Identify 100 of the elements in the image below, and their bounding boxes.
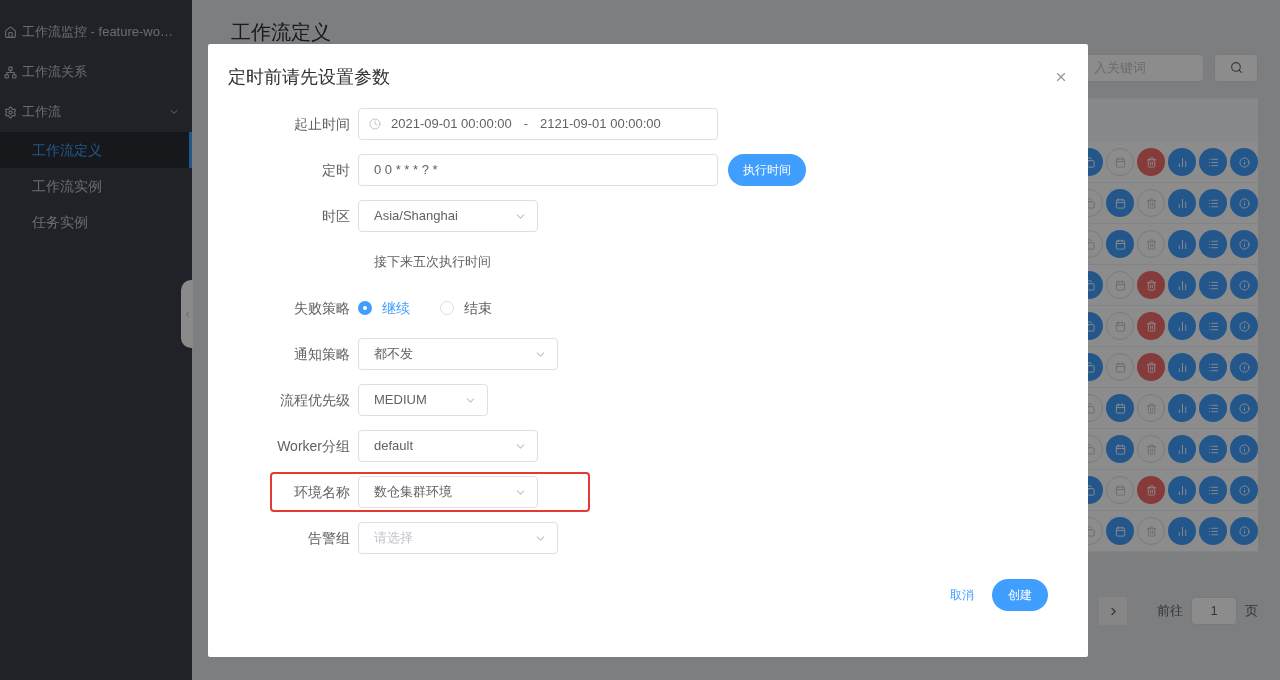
- trash-button[interactable]: [1137, 148, 1165, 176]
- calendar-button[interactable]: [1106, 517, 1134, 545]
- sidebar-item[interactable]: 任务实例: [0, 204, 192, 240]
- trash-icon: [1145, 156, 1157, 168]
- trash-button[interactable]: [1137, 230, 1165, 258]
- sidebar-item[interactable]: 工作流实例: [0, 168, 192, 204]
- list-button[interactable]: [1199, 189, 1227, 217]
- chart-button[interactable]: [1168, 230, 1196, 258]
- chart-icon: [1176, 156, 1188, 168]
- trash-button[interactable]: [1137, 476, 1165, 504]
- calendar-button[interactable]: [1106, 230, 1134, 258]
- close-icon[interactable]: [1054, 70, 1068, 84]
- chart-button[interactable]: [1168, 476, 1196, 504]
- info-button[interactable]: [1230, 148, 1258, 176]
- page-input[interactable]: 1: [1191, 597, 1237, 625]
- calendar-button[interactable]: [1106, 189, 1134, 217]
- page-title: 工作流定义: [231, 21, 331, 43]
- info-icon: [1238, 238, 1250, 250]
- list-button[interactable]: [1199, 517, 1227, 545]
- info-button[interactable]: [1230, 353, 1258, 381]
- trash-icon: [1145, 525, 1157, 537]
- trash-icon: [1145, 320, 1157, 332]
- list-icon: [1207, 279, 1219, 291]
- list-button[interactable]: [1199, 312, 1227, 340]
- end-date: 2121-09-01 00:00:00: [540, 115, 661, 134]
- trash-button[interactable]: [1137, 517, 1165, 545]
- cancel-link[interactable]: 取消: [946, 586, 978, 604]
- list-icon: [1207, 361, 1219, 373]
- calendar-icon: [1114, 238, 1126, 250]
- search-icon: [1229, 61, 1243, 74]
- list-button[interactable]: [1199, 476, 1227, 504]
- info-button[interactable]: [1230, 394, 1258, 422]
- trash-button[interactable]: [1137, 271, 1165, 299]
- chart-icon: [1176, 320, 1188, 332]
- select-field[interactable]: default: [358, 430, 538, 462]
- chart-button[interactable]: [1168, 271, 1196, 299]
- info-icon: [1238, 197, 1250, 209]
- sidebar-item[interactable]: 工作流定义: [0, 132, 192, 168]
- chart-button[interactable]: [1168, 148, 1196, 176]
- sidebar-item[interactable]: 工作流: [0, 92, 192, 132]
- info-button[interactable]: [1230, 230, 1258, 258]
- calendar-icon: [1114, 484, 1126, 496]
- trash-button[interactable]: [1137, 189, 1165, 217]
- chart-icon: [1176, 484, 1188, 496]
- chart-button[interactable]: [1168, 189, 1196, 217]
- list-icon: [1207, 197, 1219, 209]
- chart-button[interactable]: [1168, 312, 1196, 340]
- gear-icon: [4, 105, 17, 119]
- calendar-button[interactable]: [1106, 394, 1134, 422]
- list-button[interactable]: [1199, 353, 1227, 381]
- search-button[interactable]: [1214, 53, 1258, 82]
- info-button[interactable]: [1230, 476, 1258, 504]
- info-button[interactable]: [1230, 312, 1258, 340]
- cron-field[interactable]: 0 0 * * * ? *: [358, 154, 718, 186]
- calendar-icon: [1114, 197, 1126, 209]
- trash-button[interactable]: [1137, 435, 1165, 463]
- trash-button[interactable]: [1137, 394, 1165, 422]
- create-button[interactable]: 创建: [992, 579, 1048, 611]
- info-button[interactable]: [1230, 517, 1258, 545]
- list-button[interactable]: [1199, 271, 1227, 299]
- chart-icon: [1176, 238, 1188, 250]
- calendar-button[interactable]: [1106, 435, 1134, 463]
- chart-button[interactable]: [1168, 353, 1196, 381]
- select-field[interactable]: 数仓集群环境: [358, 476, 538, 508]
- collapse-handle[interactable]: [181, 280, 193, 348]
- select-field[interactable]: MEDIUM: [358, 384, 488, 416]
- trash-button[interactable]: [1137, 353, 1165, 381]
- sidebar-item[interactable]: 工作流监控 - feature-wo…: [0, 12, 192, 52]
- info-button[interactable]: [1230, 435, 1258, 463]
- goto-label: 前往: [1157, 602, 1183, 621]
- start-date: 2021-09-01 00:00:00: [391, 115, 512, 134]
- chart-icon: [1176, 402, 1188, 414]
- field-label: 流程优先级: [279, 390, 350, 410]
- info-icon: [1238, 361, 1250, 373]
- chart-button[interactable]: [1168, 394, 1196, 422]
- execution-time-button[interactable]: 执行时间: [728, 154, 806, 186]
- field-label: 告警组: [307, 528, 350, 548]
- trash-icon: [1145, 443, 1157, 455]
- info-button[interactable]: [1230, 271, 1258, 299]
- info-icon: [1238, 402, 1250, 414]
- list-button[interactable]: [1199, 148, 1227, 176]
- select-field[interactable]: 都不发: [358, 338, 558, 370]
- trash-icon: [1145, 402, 1157, 414]
- chart-button[interactable]: [1168, 517, 1196, 545]
- list-button[interactable]: [1199, 394, 1227, 422]
- select-field[interactable]: 请选择: [358, 522, 558, 554]
- chart-icon: [1176, 197, 1188, 209]
- next-page-button[interactable]: [1099, 597, 1127, 625]
- date-range-field[interactable]: 2021-09-01 00:00:00 - 2121-09-01 00:00:00: [358, 108, 718, 140]
- trash-button[interactable]: [1137, 312, 1165, 340]
- clock-icon: [369, 118, 381, 130]
- radio-option[interactable]: 继续: [358, 297, 410, 319]
- info-button[interactable]: [1230, 189, 1258, 217]
- chart-button[interactable]: [1168, 435, 1196, 463]
- sidebar-item[interactable]: 工作流关系: [0, 52, 192, 92]
- list-button[interactable]: [1199, 230, 1227, 258]
- list-button[interactable]: [1199, 435, 1227, 463]
- radio-option[interactable]: 结束: [440, 297, 492, 319]
- chart-icon: [1176, 279, 1188, 291]
- select-field[interactable]: Asia/Shanghai: [358, 200, 538, 232]
